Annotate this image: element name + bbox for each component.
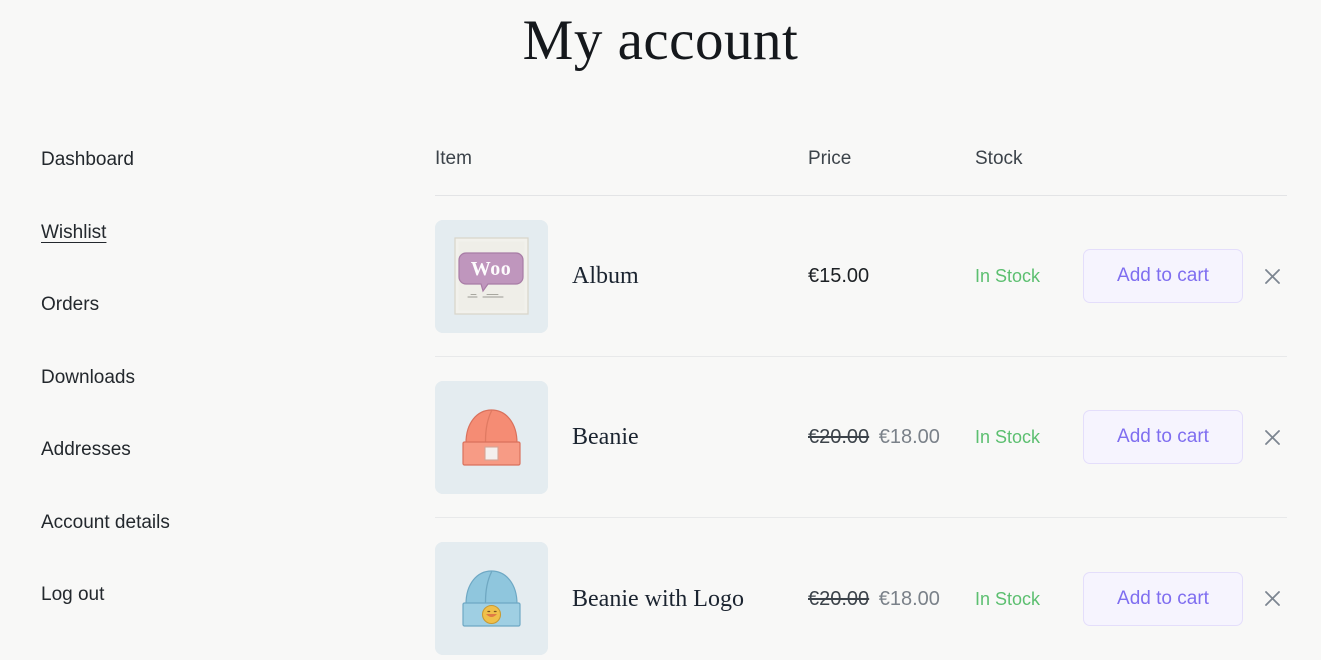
product-thumbnail-beanie[interactable] [435, 380, 548, 494]
price-cell: €20.00 €18.00 [808, 587, 975, 611]
column-header-stock: Stock [975, 148, 1023, 169]
remove-cell [1243, 422, 1287, 452]
price-cell: €20.00 €18.00 [808, 425, 975, 449]
column-header-item: Item [435, 148, 472, 169]
wishlist-row: Beanie with Logo €20.00 €18.00 In Stock … [435, 518, 1287, 660]
sidebar-item-downloads[interactable]: Downloads [41, 366, 135, 390]
price-regular: €20.00 [808, 587, 870, 610]
remove-item-button[interactable] [1257, 422, 1287, 452]
account-sidebar-nav: Dashboard Wishlist Orders Downloads Addr… [41, 148, 381, 656]
sidebar-item-addresses[interactable]: Addresses [41, 438, 131, 462]
add-to-cart-button[interactable]: Add to cart [1083, 571, 1243, 626]
sidebar-item-wishlist[interactable]: Wishlist [41, 221, 106, 245]
remove-cell [1243, 261, 1287, 291]
product-name[interactable]: Album [572, 261, 639, 291]
price-sale: €18.00 [878, 587, 940, 610]
sidebar-item-account-details[interactable]: Account details [41, 511, 170, 535]
product-name[interactable]: Beanie with Logo [572, 584, 744, 614]
item-cell: Woo Album [435, 219, 808, 333]
product-thumbnail-album[interactable]: Woo [435, 219, 548, 333]
sidebar-item-orders[interactable]: Orders [41, 293, 99, 317]
remove-item-button[interactable] [1257, 584, 1287, 614]
product-thumbnail-beanie-with-logo[interactable] [435, 542, 548, 655]
price-sale: €18.00 [878, 426, 940, 448]
price-cell: €15.00 [808, 264, 975, 288]
wishlist-table-header: Item Price Stock [435, 148, 1287, 196]
add-to-cart-button[interactable]: Add to cart [1083, 410, 1243, 464]
stock-status: In Stock [975, 427, 1041, 447]
stock-status: In Stock [975, 588, 1041, 609]
action-cell: Add to cart [1083, 249, 1243, 303]
item-cell: Beanie with Logo [435, 542, 808, 655]
add-to-cart-button[interactable]: Add to cart [1083, 249, 1243, 303]
column-header-price: Price [808, 148, 852, 169]
wishlist-row: Woo Album €15.00 In Stock Add to cart [435, 196, 1287, 357]
action-cell: Add to cart [1083, 410, 1243, 464]
item-cell: Beanie [435, 380, 808, 494]
close-icon [1264, 429, 1280, 445]
remove-cell [1243, 584, 1287, 614]
page-title: My account [522, 9, 799, 72]
sidebar-item-dashboard[interactable]: Dashboard [41, 148, 134, 172]
sidebar-item-log-out[interactable]: Log out [41, 583, 104, 607]
price-current: €15.00 [808, 265, 870, 287]
stock-status: In Stock [975, 266, 1041, 286]
close-icon [1264, 268, 1280, 284]
my-account-page: My account Dashboard Wishlist Orders Dow… [0, 0, 1321, 660]
action-cell: Add to cart [1083, 571, 1243, 626]
svg-text:Woo: Woo [471, 258, 511, 280]
wishlist-row: Beanie €20.00 €18.00 In Stock Add to car… [435, 357, 1287, 518]
close-icon [1264, 591, 1280, 606]
wishlist-table: Item Price Stock Woo Album €15.00 In Sto… [435, 148, 1287, 660]
remove-item-button[interactable] [1257, 261, 1287, 291]
product-name[interactable]: Beanie [572, 422, 639, 452]
price-regular: €20.00 [808, 426, 870, 448]
